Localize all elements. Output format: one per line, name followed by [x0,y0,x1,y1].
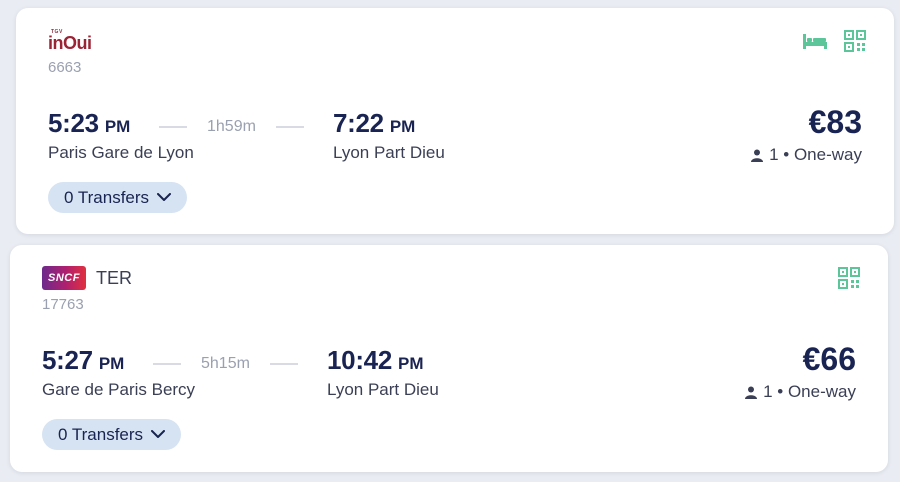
price: €83 [808,104,862,140]
bed-icon [802,32,828,55]
amenity-icons [802,30,866,57]
inoui-logo: TGV inOui [48,29,92,53]
price: €66 [802,341,856,377]
passenger-text: 1 • One-way [769,145,862,164]
train-type: TER [96,267,132,288]
sncf-logo: SNCF [42,266,86,290]
amenity-icons [838,267,860,294]
transfers-label: 0 Transfers [64,187,150,207]
departure-ampm: PM [98,354,125,373]
duration-text: 5h15m [201,355,250,372]
transfers-label: 0 Transfers [58,424,144,444]
departure-time: 5:23 [48,108,99,138]
arrival-time: 10:42 [327,345,392,375]
train-number: 6663 [48,59,82,76]
trip-card[interactable]: TGV inOui 6663 5:23 PM Paris Gare de Lyo… [16,8,894,234]
operator-brand: TGV inOui [48,28,104,52]
departure-ampm: PM [104,117,131,136]
duration-text: 1h59m [207,118,256,135]
departure-station: Gare de Paris Bercy [42,380,196,399]
transfers-toggle[interactable]: 0 Transfers [42,419,182,450]
train-number: 17763 [42,296,84,313]
passenger-text: 1 • One-way [763,382,856,401]
arrival-station: Lyon Part Dieu [327,380,439,399]
qr-code-icon[interactable] [844,30,866,57]
arrival-time: 7:22 [333,108,384,138]
person-icon [745,386,758,399]
arrival-station: Lyon Part Dieu [333,143,445,162]
trip-duration: 5h15m [153,355,298,373]
arrival-ampm: PM [389,117,416,136]
trip-duration: 1h59m [159,118,304,136]
trip-card[interactable]: SNCF TER 17763 5:27 PM Gare de Paris Ber [10,245,888,472]
passenger-info: 1 • One-way [751,145,862,165]
operator-brand: SNCF TER [42,266,132,290]
passenger-info: 1 • One-way [745,382,856,402]
chevron-down-icon [157,193,172,201]
arrival: 10:42 PM Lyon Part Dieu [327,345,439,400]
arrival-ampm: PM [398,354,424,373]
arrival: 7:22 PM Lyon Part Dieu [333,108,445,163]
departure-station: Paris Gare de Lyon [48,143,194,162]
departure-time: 5:27 [42,345,93,375]
qr-code-icon[interactable] [838,267,860,294]
transfers-toggle[interactable]: 0 Transfers [48,182,188,213]
person-icon [751,149,764,162]
chevron-down-icon [151,430,166,438]
